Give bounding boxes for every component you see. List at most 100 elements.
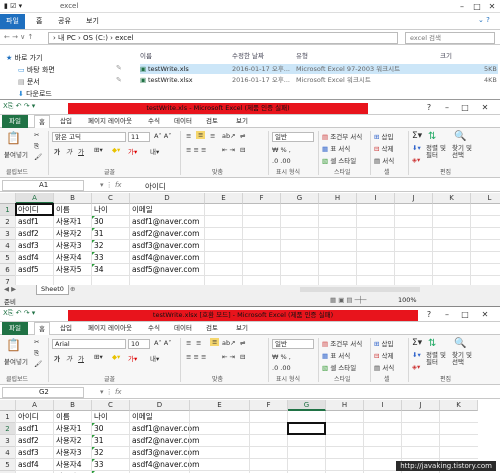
paste-icon[interactable]: 📋 [6,338,21,352]
column-header[interactable]: E [190,400,250,411]
align-left-icon[interactable]: ≡ ≡ ≡ [186,146,206,154]
cut-icon[interactable]: ✂ [34,338,39,346]
column-size[interactable]: 크기 [440,50,452,60]
nav-quick-access[interactable]: ★ 바로 가기 [6,53,43,63]
orientation-icon[interactable]: ab↗ [222,132,236,140]
grow-font-icon[interactable]: A˄ A˅ [154,339,171,347]
merge-icon[interactable]: ⊟ [240,353,245,361]
row-header[interactable]: 4 [0,447,16,459]
nav-arrows-icon[interactable]: ← → ∨ ↑ [4,33,33,41]
row-header[interactable]: 5 [0,459,16,471]
row-header[interactable]: 1 [0,204,16,216]
fill-icon[interactable]: ⬇▾ [412,351,421,359]
paste-button[interactable]: 붙여넣기 [4,356,28,366]
conditional-format-button[interactable]: ▤ 조건부 서식 [322,131,362,141]
column-header[interactable]: I [357,193,395,204]
column-header[interactable]: D [130,400,190,411]
column-header[interactable]: A [16,400,54,411]
sort-filter-icon[interactable]: ⇅ [428,131,436,142]
tab-file[interactable]: 파일 [2,322,28,335]
tab-file[interactable]: 파일 [0,14,25,29]
cell[interactable]: asdf2@naver.com [130,228,199,240]
cell[interactable]: asdf1@naver.com [130,216,199,228]
minimize-icon[interactable]: – [440,309,454,321]
delete-cells-button[interactable]: ⊟ 삭제 [374,143,394,153]
sheet-tab[interactable]: Sheet0 [36,285,69,295]
format-painter-icon[interactable]: 🖌 [34,153,42,161]
nav-downloads[interactable]: ⬇ 다운로드 [18,89,52,99]
align-middle-icon[interactable]: ≡ [196,131,206,139]
find-select-icon[interactable]: 🔍 [454,338,466,349]
column-header[interactable]: K [440,400,478,411]
phonetic-icon[interactable]: 내▾ [150,353,159,363]
tab-view[interactable]: 보기 [80,14,105,29]
column-name[interactable]: 이름 [140,50,152,60]
tab-data[interactable]: 데이터 [170,115,196,128]
align-top-icon[interactable]: ≡ [186,132,191,140]
view-mode-icons[interactable]: ▦ ▣ ▤ ─┼─ [330,296,366,304]
find-select-button[interactable]: 찾기 및 선택 [452,352,476,366]
format-cells-button[interactable]: ▤ 서식 [374,155,394,165]
select-all-corner[interactable] [0,400,16,411]
conditional-format-button[interactable]: ▤ 조건부 서식 [322,338,362,348]
cell[interactable]: asdf1 [16,423,39,435]
align-top-icon[interactable]: ≡ [186,339,191,347]
row-header[interactable]: 3 [0,228,16,240]
file-row[interactable]: ▣ testWrite.xls 2016-01-17 오후... Microso… [140,64,498,74]
table-format-button[interactable]: ▦ 표 서식 [322,143,350,153]
currency-icon[interactable]: ₩ % , [272,353,291,361]
font-name-combo[interactable]: Arial [52,339,126,349]
maximize-icon[interactable]: □ [458,309,472,321]
orientation-icon[interactable]: ab↗ [222,339,236,347]
close-icon[interactable]: ✕ [485,1,499,13]
row-header[interactable]: 1 [0,411,16,423]
column-header[interactable]: I [364,400,402,411]
cell[interactable]: 사용자5 [54,264,81,276]
cell[interactable]: 이름 [54,411,70,423]
file-row[interactable]: ▣ testWrite.xlsx 2016-01-17 오후... Micros… [140,75,498,85]
font-color-icon[interactable]: 가▾ [128,146,137,156]
cell[interactable]: 사용자4 [54,459,81,471]
format-cells-button[interactable]: ▤ 서식 [374,362,394,372]
cell[interactable]: 사용자3 [54,240,81,252]
indent-icon[interactable]: ⇤ ⇥ [222,353,235,361]
format-painter-icon[interactable]: 🖌 [34,360,42,368]
column-header[interactable]: J [395,193,433,204]
column-header[interactable]: E [205,193,243,204]
cell[interactable]: 이름 [54,204,70,216]
column-header[interactable]: H [319,193,357,204]
underline-icon[interactable]: 가 [78,146,84,156]
cell[interactable]: 사용자4 [54,252,81,264]
tab-home[interactable]: 홈 [34,115,50,128]
clear-icon[interactable]: ◈▾ [412,363,420,371]
border-icon[interactable]: ⊞▾ [94,353,103,361]
cell[interactable]: 사용자3 [54,447,81,459]
currency-icon[interactable]: ₩ % , [272,146,291,154]
copy-icon[interactable]: ⎘ [34,349,39,358]
tab-insert[interactable]: 삽입 [56,115,76,128]
insert-cells-button[interactable]: ⊞ 삽입 [374,338,394,348]
row-header[interactable]: 3 [0,435,16,447]
cell[interactable]: asdf1 [16,216,39,228]
clear-icon[interactable]: ◈▾ [412,156,420,164]
font-name-combo[interactable]: 맑은 고딕 [52,132,126,142]
sheet-nav-icon[interactable]: ◀ ▶ [4,285,16,293]
minimize-icon[interactable]: – [440,102,454,114]
formula-input[interactable]: 아이디 [145,181,166,192]
tab-review[interactable]: 검토 [202,115,222,128]
underline-icon[interactable]: 가 [78,353,84,363]
indent-icon[interactable]: ⇤ ⇥ [222,146,235,154]
phonetic-icon[interactable]: 내▾ [150,146,159,156]
cell[interactable]: 사용자1 [54,216,81,228]
new-sheet-icon[interactable]: ⊕ [70,285,75,293]
insert-cells-button[interactable]: ⊞ 삽입 [374,131,394,141]
merge-icon[interactable]: ⊟ [240,146,245,154]
tab-home[interactable]: 홈 [34,322,50,335]
cell[interactable]: asdf5 [16,264,39,276]
font-size-combo[interactable]: 10 [128,339,150,349]
decimal-icon[interactable]: .0 .00 [272,364,291,372]
tab-home[interactable]: 홈 [30,14,48,29]
tab-view[interactable]: 보기 [232,322,252,335]
sort-filter-button[interactable]: 정렬 및 필터 [426,145,450,159]
fill-color-icon[interactable]: ◆▾ [112,146,120,154]
